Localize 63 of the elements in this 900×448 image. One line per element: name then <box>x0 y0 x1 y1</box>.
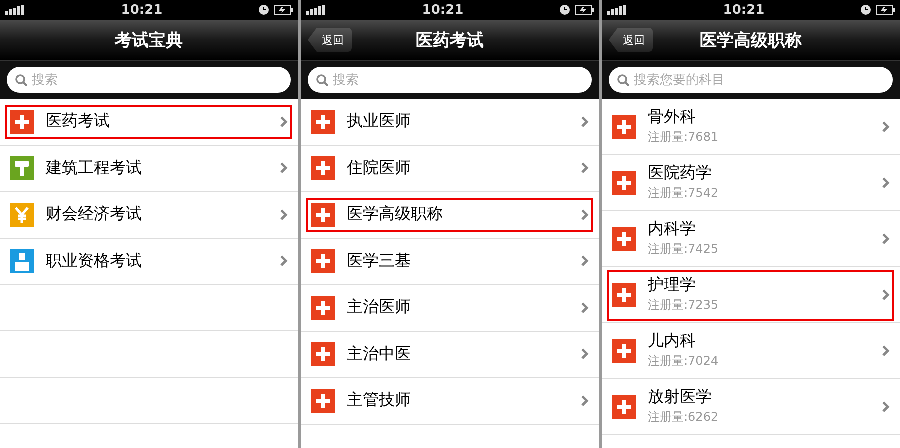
item-label: 儿内科 <box>648 331 697 352</box>
chevron-icon <box>581 348 589 360</box>
chevron-icon <box>882 120 890 132</box>
screen-title: 考试宝典 <box>115 30 183 52</box>
item-label: 医学三基 <box>347 250 412 272</box>
chevron-icon <box>882 400 890 412</box>
chevron-icon <box>882 176 890 188</box>
chevron-icon <box>581 208 589 221</box>
item-label: 主管技师 <box>347 390 412 412</box>
registration-count: 注册量:7024 <box>648 353 720 370</box>
item-label: 主治医师 <box>347 297 412 318</box>
status-time: 10:21 <box>422 2 464 18</box>
clock-icon <box>258 5 269 15</box>
item-label: 建筑工程考试 <box>46 158 143 179</box>
chevron-icon <box>581 302 589 314</box>
signal-icon <box>306 5 326 15</box>
item-label: 执业医师 <box>347 111 412 132</box>
search-field[interactable]: 搜索 <box>7 67 291 93</box>
status-time: 10:21 <box>121 2 163 18</box>
registration-count: 注册量:7425 <box>648 241 720 258</box>
search-icon <box>617 74 630 86</box>
registration-count: 注册量:6262 <box>648 409 720 426</box>
clock-icon <box>560 5 570 15</box>
chevron-icon <box>280 255 288 268</box>
back-button[interactable]: 返回 <box>308 28 352 52</box>
item-label: 财会经济考试 <box>46 204 143 226</box>
battery-icon <box>876 5 895 15</box>
item-label: 内科学 <box>648 219 697 240</box>
clock-icon <box>860 5 871 15</box>
item-label: 医院药学 <box>648 163 713 184</box>
item-label: 医学高级职称 <box>347 204 444 226</box>
screen-title: 医学高级职称 <box>700 30 802 52</box>
chevron-icon <box>581 162 589 174</box>
chevron-icon <box>581 394 589 407</box>
battery-icon <box>274 5 293 15</box>
status-time: 10:21 <box>723 2 765 18</box>
chevron-icon <box>882 232 890 244</box>
chevron-icon <box>280 162 288 174</box>
chevron-icon <box>280 208 288 221</box>
search-field[interactable]: 搜索您要的科目 <box>609 67 893 93</box>
registration-count: 注册量:7542 <box>648 185 720 202</box>
item-label: 放射医学 <box>648 387 713 408</box>
item-label: 主治中医 <box>347 344 412 365</box>
back-button[interactable]: 返回 <box>609 28 653 52</box>
signal-icon <box>607 5 627 15</box>
battery-icon <box>574 5 594 15</box>
item-label: 护理学 <box>648 275 697 296</box>
screen-title: 医药考试 <box>416 30 484 52</box>
item-label: 住院医师 <box>347 158 412 179</box>
chevron-icon <box>882 344 890 356</box>
chevron-icon <box>581 116 589 128</box>
chevron-icon <box>882 288 890 300</box>
registration-count: 注册量:7235 <box>648 297 720 314</box>
search-icon <box>15 74 28 86</box>
search-field[interactable]: 搜索 <box>308 67 592 93</box>
signal-icon <box>5 5 25 15</box>
item-label: 骨外科 <box>648 107 697 128</box>
search-icon <box>316 74 329 86</box>
item-label: 医药考试 <box>46 111 111 132</box>
chevron-icon <box>280 116 288 128</box>
registration-count: 注册量:7681 <box>648 129 720 146</box>
chevron-icon <box>581 255 589 268</box>
item-label: 职业资格考试 <box>46 250 143 272</box>
